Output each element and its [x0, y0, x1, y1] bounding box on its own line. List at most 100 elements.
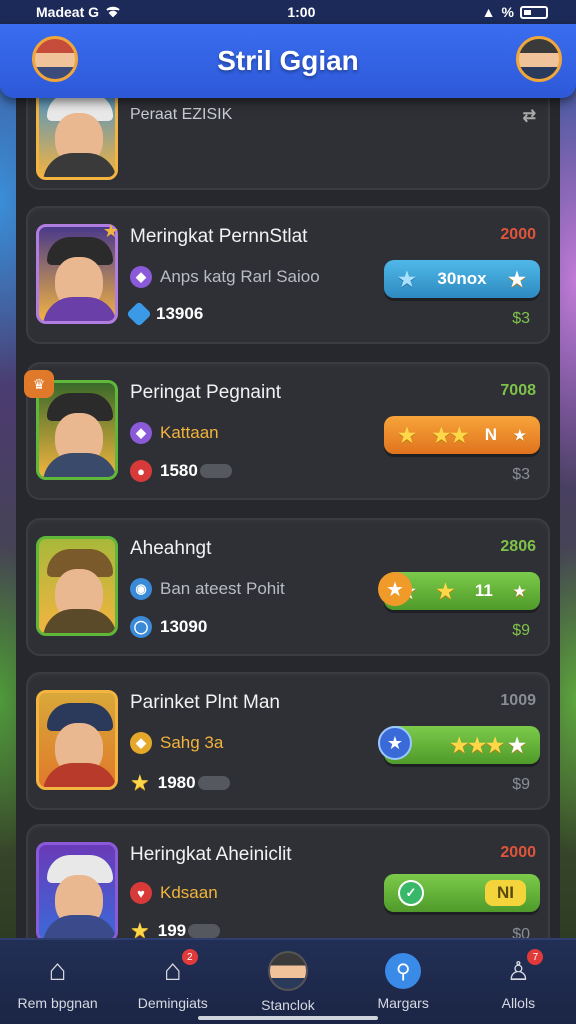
list-item[interactable]: ★ Meringkat PernnStlat ◆ Anps katg Rarl …	[26, 206, 550, 344]
power-icon: ◯	[130, 616, 152, 638]
star-icon: ★	[508, 734, 526, 757]
claim-button[interactable]: ✓ NI	[384, 874, 540, 912]
list-item[interactable]: ♛ Peringat Pegnaint ◆ Kattaan ● 1580 700…	[24, 362, 550, 500]
count-row: 13906	[126, 301, 204, 327]
upgrade-button-label: N	[484, 425, 497, 444]
count-bar	[199, 464, 232, 478]
count-row: ◯ 13090	[130, 616, 207, 638]
star-icon: ★	[513, 582, 526, 599]
card-title: Peringat Pegnaint	[130, 382, 282, 403]
battery-percent: %	[501, 4, 514, 20]
card-value: 7008	[500, 382, 536, 399]
card-value: 2000	[500, 844, 536, 861]
list-item[interactable]: Parinket Plnt Man ◆ Sahg 3a ★ 1980 1009 …	[26, 672, 550, 810]
card-title: Heringkat Aheiniclit	[130, 844, 292, 865]
nav-item-character[interactable]: Stanclok	[233, 951, 343, 1013]
upgrade-button-label: 30nox	[437, 269, 487, 288]
rank-badge-icon: ♛	[24, 370, 54, 398]
home-icon: ⌂	[48, 954, 67, 987]
subtitle-row: ◆ Kattaan	[130, 422, 219, 444]
page-title: Stril Ggian	[217, 45, 359, 76]
profile-avatar[interactable]	[516, 36, 562, 82]
bonus-star-icon: ★	[378, 572, 412, 606]
notification-badge: 7	[527, 949, 544, 965]
count-row: ★ 1980	[130, 770, 230, 796]
card-title: Aheahngt	[130, 538, 212, 559]
upgrade-button-label: 11	[474, 581, 493, 600]
player-avatar[interactable]	[32, 36, 78, 82]
count-bar	[188, 924, 221, 938]
claim-button-label: NI	[485, 880, 526, 906]
shield-icon: ◆	[130, 266, 152, 288]
card-title: Meringkat PernnStlat	[130, 226, 308, 247]
heart-icon: ♥	[130, 882, 152, 904]
star-icon: ★	[436, 580, 455, 603]
card-price: $0	[512, 926, 530, 938]
rank-star-icon: ★	[378, 726, 412, 760]
clock: 1:00	[287, 4, 316, 20]
card-count: 1580	[160, 461, 198, 480]
star-icon: ★	[398, 424, 416, 447]
character-portrait	[36, 690, 118, 790]
check-icon: ✓	[398, 880, 424, 906]
app-header: Stril Ggian	[0, 24, 576, 98]
star-icon: ★	[398, 268, 416, 291]
avatar-icon	[267, 951, 308, 991]
subtitle-row: ◆ Sahg 3a	[130, 732, 223, 754]
card-title: Peraat EZISIK	[130, 106, 233, 123]
subtitle-row: ◉ Ban ateest Pohit	[130, 578, 285, 600]
upgrade-button[interactable]: ★ 30nox ★	[384, 260, 540, 298]
subtitle-row: ◆ Anps katg Rarl Saioo	[130, 266, 320, 288]
nav-label: Allols	[501, 995, 536, 1011]
carrier-label: Madeat G	[36, 4, 100, 20]
character-portrait	[36, 98, 118, 180]
card-count: 13090	[160, 617, 208, 636]
wifi-icon	[105, 4, 121, 20]
count-row: ★ 199	[130, 918, 221, 938]
status-bar: Madeat G 1:00 ▲ %	[0, 0, 576, 24]
star-icon: ★★★	[450, 734, 505, 757]
upgrade-button[interactable]: ★ ★★ N ★	[384, 416, 540, 454]
home-indicator	[198, 1016, 378, 1020]
card-price: $9	[512, 622, 530, 639]
compass-icon: ◉	[130, 578, 152, 600]
card-count: 1980	[157, 773, 196, 792]
card-subtitle: Sahg 3a	[160, 733, 224, 752]
nav-label: Stanclok	[261, 997, 315, 1013]
nav-item-search[interactable]: ⚲ Margars	[348, 953, 458, 1011]
battery-icon	[519, 5, 548, 19]
star-badge-icon: ★	[102, 220, 120, 241]
card-count: 199	[157, 921, 187, 938]
list-item[interactable]: Peraat EZISIK ⇄	[26, 98, 550, 190]
nav-item-home[interactable]: ⌂ Rem bpgnan	[3, 953, 113, 1011]
card-subtitle: Kattaan	[160, 423, 219, 442]
nav-item-profile[interactable]: ♙ 7 Allols	[463, 949, 573, 1011]
character-list[interactable]: Peraat EZISIK ⇄ ★ Meringkat PernnStlat ◆…	[16, 98, 560, 938]
card-subtitle: Kdsaan	[160, 883, 218, 902]
count-row: ● 1580	[130, 460, 232, 482]
star-icon: ★	[130, 918, 150, 938]
notification-badge: 2	[181, 949, 198, 965]
star-icon: ★	[130, 770, 150, 795]
search-icon: ⚲	[385, 953, 422, 989]
star-icon: ★	[508, 268, 526, 291]
subtitle-row: ♥ Kdsaan	[130, 882, 218, 904]
card-value: 2806	[500, 538, 536, 555]
list-item[interactable]: Aheahngt ◉ Ban ateest Pohit ◯ 13090 2806…	[26, 518, 550, 656]
card-price: $3	[512, 466, 530, 483]
card-price: $3	[512, 310, 530, 327]
nav-item-buildings[interactable]: ⌂ 2 Demingiats	[118, 949, 228, 1011]
apple-icon: ●	[130, 460, 152, 482]
shield-icon: ◆	[130, 732, 152, 754]
card-title: Parinket Plnt Man	[130, 692, 280, 713]
gem-icon	[126, 301, 152, 327]
star-icon: ★	[513, 426, 526, 443]
card-value: 1009	[500, 692, 536, 709]
list-item[interactable]: Heringkat Aheiniclit ♥ Kdsaan ★ 199 2000…	[26, 824, 550, 938]
share-icon[interactable]: ⇄	[523, 106, 536, 126]
count-bar	[197, 776, 230, 790]
character-portrait	[36, 536, 118, 636]
card-subtitle: Ban ateest Pohit	[160, 579, 285, 598]
card-count: 13906	[156, 304, 204, 323]
shield-icon: ◆	[130, 422, 152, 444]
